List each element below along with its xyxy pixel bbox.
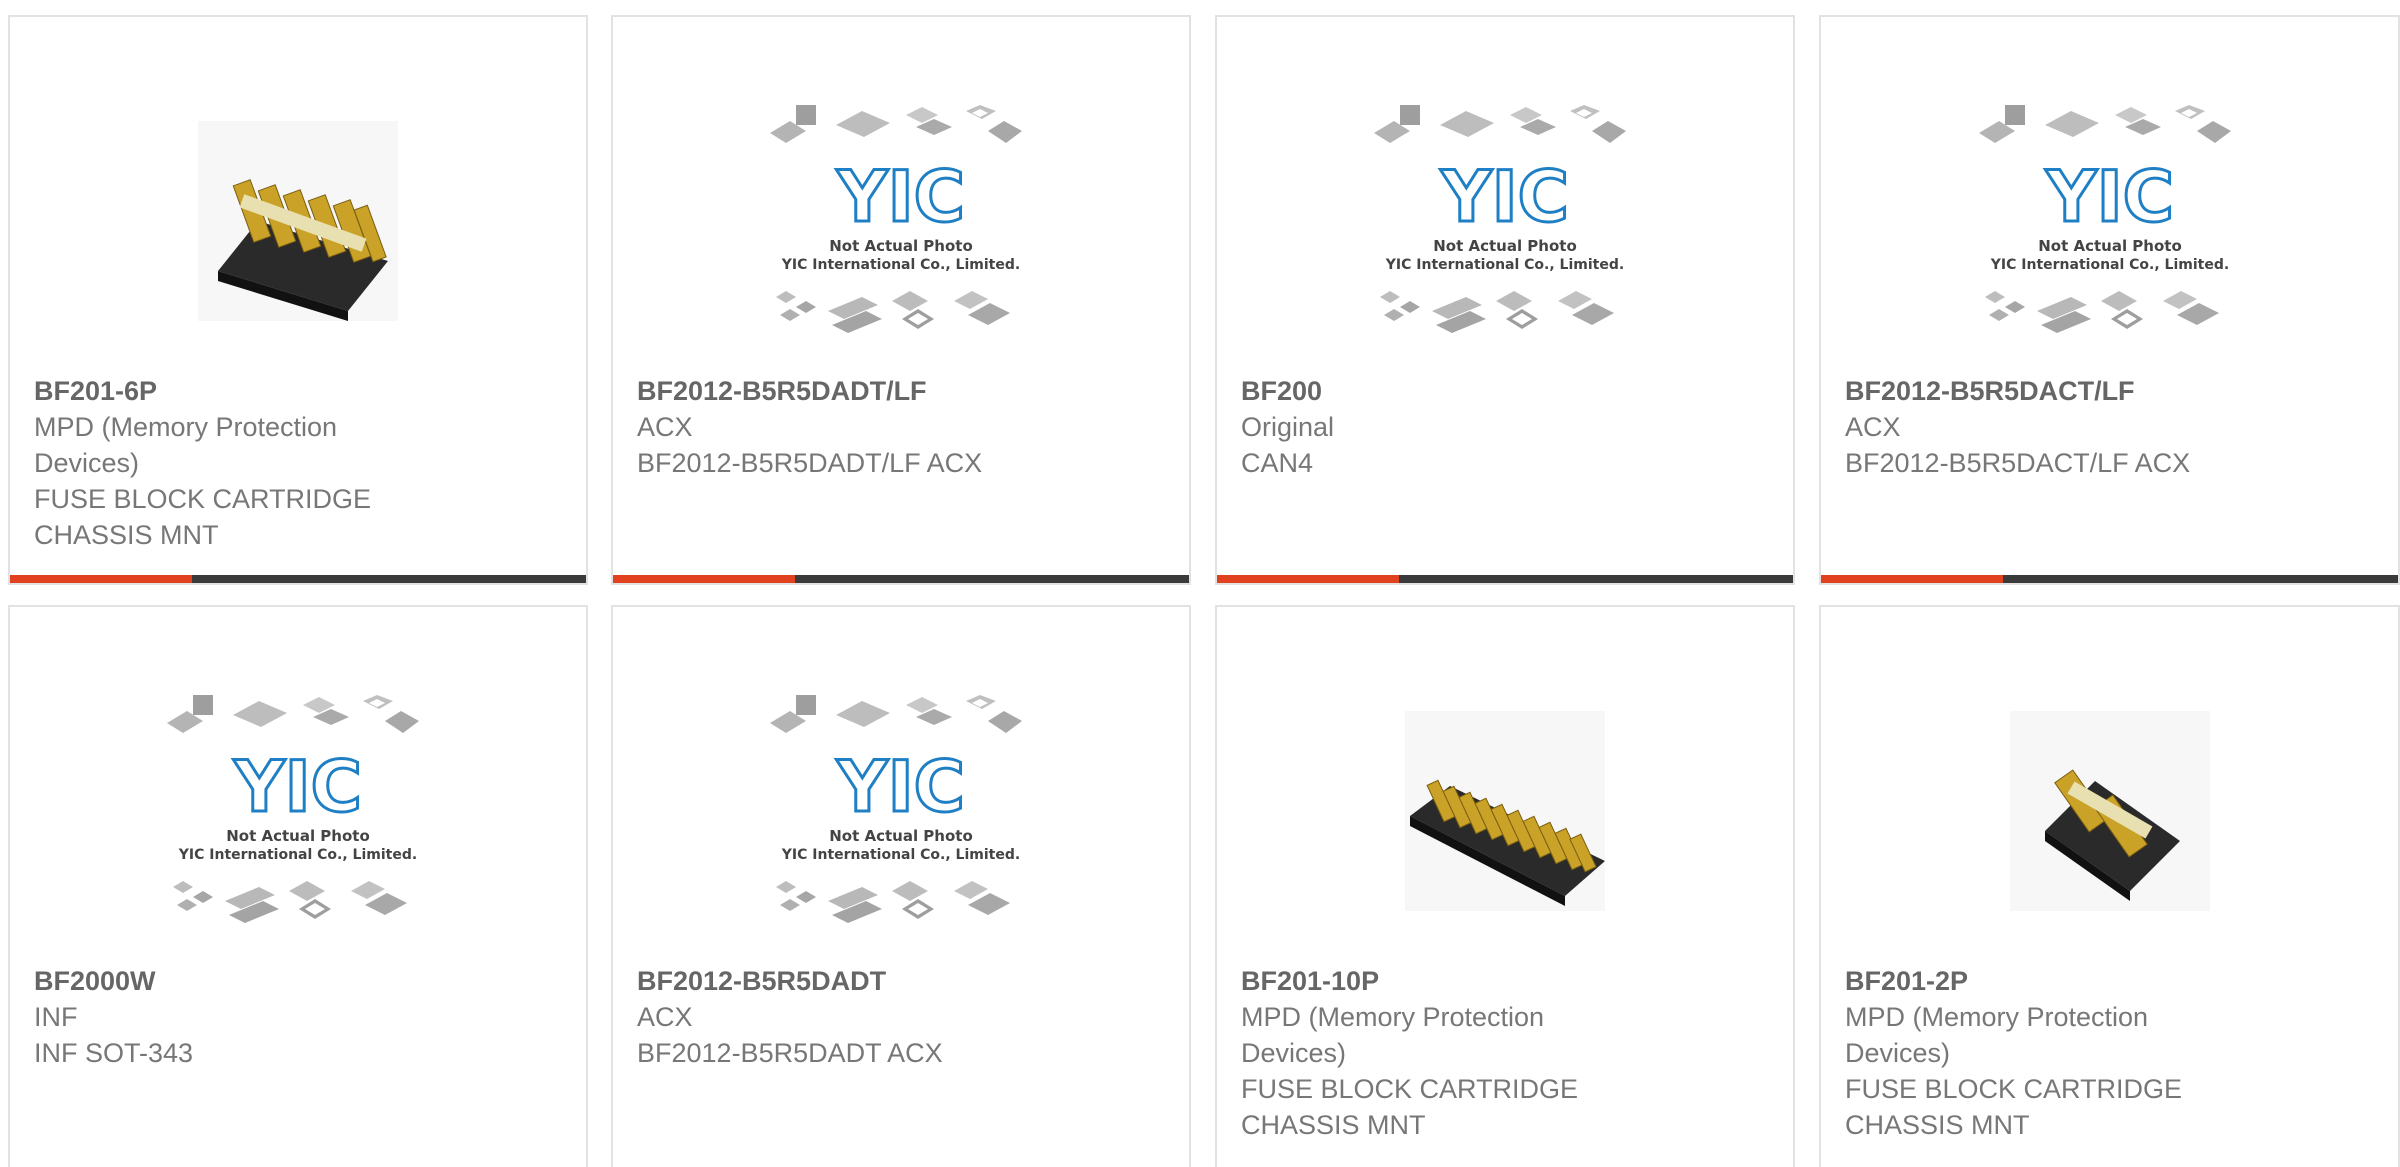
product-detail: CHASSIS MNT xyxy=(34,520,219,550)
yic-placeholder-image: YICNot Actual Photo YIC International Co.… xyxy=(1374,105,1626,333)
product-image: YIC Not Actual Photo YIC International Co.… xyxy=(613,81,1189,361)
company-name-label: YIC International Co., Limited. xyxy=(178,847,417,863)
card-footer-bar xyxy=(613,575,1189,583)
product-card[interactable]: YIC Not Actual Photo YIC International Co.… xyxy=(611,15,1191,585)
product-detail: Original xyxy=(1241,412,1335,442)
card-footer-bar xyxy=(10,575,586,583)
chip-illustrations xyxy=(770,105,1022,143)
product-detail: MPD (Memory Protection xyxy=(1241,1002,1545,1032)
yic-placeholder-image: YICNot Actual Photo YIC International Co.… xyxy=(770,105,1022,333)
yic-placeholder-image: YICNot Actual Photo YIC International Co.… xyxy=(770,695,1022,923)
part-number[interactable]: BF2012-B5R5DADT xyxy=(637,963,1165,999)
yic-logo: YIC xyxy=(233,746,362,828)
product-card[interactable]: YIC Not Actual Photo YIC International Co.… xyxy=(611,605,1191,1167)
yic-placeholder-image: YICNot Actual Photo YIC International Co.… xyxy=(1978,105,2231,333)
product-image: YIC Not Actual Photo YIC International Co.… xyxy=(10,671,586,951)
product-detail: ACX xyxy=(637,412,693,442)
chip-illustrations xyxy=(1374,105,1626,143)
company-name-label: YIC International Co., Limited. xyxy=(1989,257,2228,273)
product-detail: MPD (Memory Protection xyxy=(1845,1002,2149,1032)
card-footer-accent xyxy=(613,575,795,583)
chip-illustrations xyxy=(173,881,407,923)
product-image xyxy=(1217,671,1793,951)
company-name-label: YIC International Co., Limited. xyxy=(1385,257,1624,273)
part-number[interactable]: BF201-2P xyxy=(1845,963,2374,999)
product-detail: FUSE BLOCK CARTRIDGE xyxy=(34,484,372,514)
product-detail: ACX xyxy=(637,1002,693,1032)
not-actual-photo-label: Not Actual Photo xyxy=(2038,237,2182,255)
part-number[interactable]: BF2012-B5R5DADT/LF xyxy=(637,373,1165,409)
card-footer-bar xyxy=(1217,575,1793,583)
chip-illustrations xyxy=(1380,291,1614,333)
product-detail: CHASSIS MNT xyxy=(1241,1110,1426,1140)
product-detail: BF2012-B5R5DACT/LF ACX xyxy=(1845,448,2191,478)
product-detail: FUSE BLOCK CARTRIDGE xyxy=(1845,1074,2183,1104)
product-detail: BF2012-B5R5DADT/LF ACX xyxy=(637,448,983,478)
product-image: YIC Not Actual Photo YIC International Co.… xyxy=(1217,81,1793,361)
chip-illustrations xyxy=(1978,105,2231,143)
yic-logo: YIC xyxy=(836,156,965,238)
product-image: YIC Not Actual Photo YIC International Co.… xyxy=(1821,81,2398,361)
product-detail: ACX xyxy=(1845,412,1901,442)
card-footer-accent xyxy=(1217,575,1399,583)
chip-illustrations xyxy=(776,881,1010,923)
fuse-block-10p-photo xyxy=(1405,711,1605,911)
chip-illustrations xyxy=(167,695,419,733)
not-actual-photo-label: Not Actual Photo xyxy=(226,827,370,845)
part-number[interactable]: BF201-6P xyxy=(34,373,562,409)
product-card[interactable]: YIC Not Actual Photo YIC International Co.… xyxy=(8,605,588,1167)
product-detail: Devices) xyxy=(34,448,140,478)
company-name-label: YIC International Co., Limited. xyxy=(781,257,1020,273)
product-detail: MPD (Memory Protection xyxy=(34,412,338,442)
card-footer-accent xyxy=(1821,575,2003,583)
product-image: YIC Not Actual Photo YIC International Co.… xyxy=(613,671,1189,951)
part-number[interactable]: BF2012-B5R5DACT/LF xyxy=(1845,373,2374,409)
part-number[interactable]: BF200 xyxy=(1241,373,1769,409)
product-grid: BF201-6P MPD (Memory Protection Devices)… xyxy=(0,0,2400,1167)
yic-placeholder-image: YICNot Actual Photo YIC International Co.… xyxy=(167,695,419,923)
fuse-block-6p-photo xyxy=(198,121,398,321)
chip-illustrations xyxy=(770,695,1022,733)
card-footer-accent xyxy=(10,575,192,583)
product-detail: CHASSIS MNT xyxy=(1845,1110,2030,1140)
product-card[interactable]: BF201-6P MPD (Memory Protection Devices)… xyxy=(8,15,588,585)
yic-logo: YIC xyxy=(1440,156,1569,238)
product-detail: INF xyxy=(34,1002,78,1032)
not-actual-photo-label: Not Actual Photo xyxy=(829,237,973,255)
product-detail: INF SOT-343 xyxy=(34,1038,194,1068)
part-number[interactable]: BF201-10P xyxy=(1241,963,1769,999)
product-detail: BF2012-B5R5DADT ACX xyxy=(637,1038,943,1068)
chip-illustrations xyxy=(776,291,1010,333)
product-detail: Devices) xyxy=(1241,1038,1347,1068)
company-name-label: YIC International Co., Limited. xyxy=(781,847,1020,863)
fuse-block-2p-photo xyxy=(2009,711,2210,911)
product-image xyxy=(1821,671,2398,951)
product-detail: Devices) xyxy=(1845,1038,1951,1068)
product-card[interactable]: BF201-10P MPD (Memory Protection Devices… xyxy=(1215,605,1795,1167)
product-detail: FUSE BLOCK CARTRIDGE xyxy=(1241,1074,1579,1104)
yic-logo: YIC xyxy=(836,746,965,828)
product-card[interactable]: YIC Not Actual Photo YIC International Co.… xyxy=(1215,15,1795,585)
product-card[interactable]: YIC Not Actual Photo YIC International Co.… xyxy=(1819,15,2400,585)
not-actual-photo-label: Not Actual Photo xyxy=(1433,237,1577,255)
chip-illustrations xyxy=(1984,291,2219,333)
product-image xyxy=(10,81,586,361)
part-number[interactable]: BF2000W xyxy=(34,963,562,999)
yic-logo: YIC xyxy=(2044,156,2173,238)
card-footer-bar xyxy=(1821,575,2398,583)
product-detail: CAN4 xyxy=(1241,448,1314,478)
not-actual-photo-label: Not Actual Photo xyxy=(829,827,973,845)
product-card[interactable]: BF201-2P MPD (Memory Protection Devices)… xyxy=(1819,605,2400,1167)
